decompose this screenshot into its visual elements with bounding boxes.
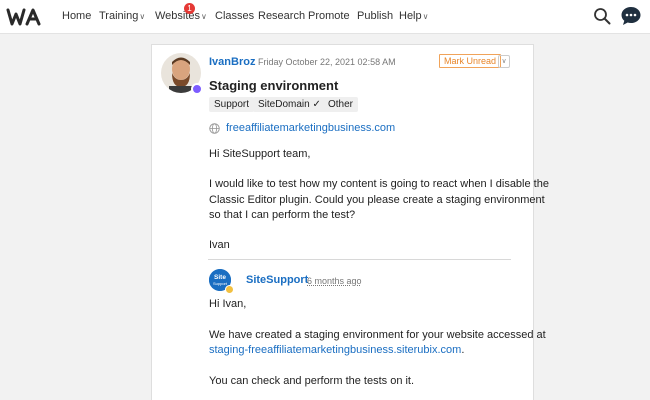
post-body-line: I would like to test how my content is g… bbox=[209, 178, 549, 190]
tag-sitedomain[interactable]: SiteDomain ✓ bbox=[253, 97, 326, 112]
post-date: Friday October 22, 2021 02:58 AM bbox=[258, 57, 396, 67]
reply-greeting: Hi Ivan, bbox=[209, 298, 247, 310]
post-body-signature: Ivan bbox=[209, 239, 230, 251]
post-body-greeting: Hi SiteSupport team, bbox=[209, 148, 311, 160]
nav-item-home[interactable]: Home bbox=[62, 10, 91, 22]
tag-other[interactable]: Other bbox=[323, 97, 359, 112]
website-link[interactable]: freeaffiliatemarketingbusiness.com bbox=[226, 122, 395, 134]
reply-author[interactable]: SiteSupport bbox=[246, 274, 308, 286]
post-body-line: Classic Editor plugin. Could you please … bbox=[209, 194, 545, 206]
wa-logo-icon[interactable] bbox=[6, 7, 46, 27]
search-icon[interactable] bbox=[593, 7, 611, 25]
tag-support[interactable]: Support bbox=[209, 97, 255, 112]
nav-item-publish[interactable]: Publish bbox=[357, 10, 393, 22]
post-author[interactable]: IvanBroz bbox=[209, 56, 255, 68]
chevron-down-icon: ∨ bbox=[139, 12, 146, 21]
post-options-button[interactable]: ∨ bbox=[498, 55, 510, 68]
staging-link[interactable]: staging-freeaffiliatemarketingbusiness.s… bbox=[209, 344, 461, 356]
chat-icon[interactable] bbox=[620, 5, 642, 27]
nav-item-websites[interactable]: Websites∨ bbox=[155, 10, 207, 22]
top-nav: Home Training∨ Websites∨ 1 Classes Resea… bbox=[0, 0, 650, 34]
websites-notification-badge: 1 bbox=[184, 3, 195, 14]
nav-item-training[interactable]: Training∨ bbox=[99, 10, 145, 22]
mark-unread-button[interactable]: Mark Unread bbox=[439, 54, 502, 68]
nav-item-help[interactable]: Help∨ bbox=[399, 10, 428, 22]
chevron-down-icon: ∨ bbox=[201, 12, 207, 21]
nav-item-promote[interactable]: Promote bbox=[308, 10, 350, 22]
nav-item-classes[interactable]: Classes bbox=[215, 10, 254, 22]
reply-body-line: We have created a staging environment fo… bbox=[209, 329, 546, 341]
reply-body-line: You can check and perform the tests on i… bbox=[209, 375, 415, 387]
reply-author-badge bbox=[225, 285, 234, 294]
avatar-text-site: Site bbox=[214, 274, 226, 281]
reply-divider bbox=[208, 259, 511, 260]
staging-link-row: staging-freeaffiliatemarketingbusiness.s… bbox=[209, 343, 464, 358]
user-status-badge bbox=[191, 83, 203, 95]
nav-item-research[interactable]: Research bbox=[258, 10, 305, 22]
staging-link-suffix: . bbox=[461, 344, 465, 356]
post-card: IvanBroz Friday October 22, 2021 02:58 A… bbox=[151, 44, 549, 400]
globe-icon bbox=[209, 123, 220, 134]
chevron-down-icon: ∨ bbox=[422, 12, 429, 21]
reply-time[interactable]: 6 months ago bbox=[307, 276, 362, 286]
post-body-line: so that I can perform the test? bbox=[209, 209, 356, 221]
thread-title: Staging environment bbox=[209, 78, 339, 93]
